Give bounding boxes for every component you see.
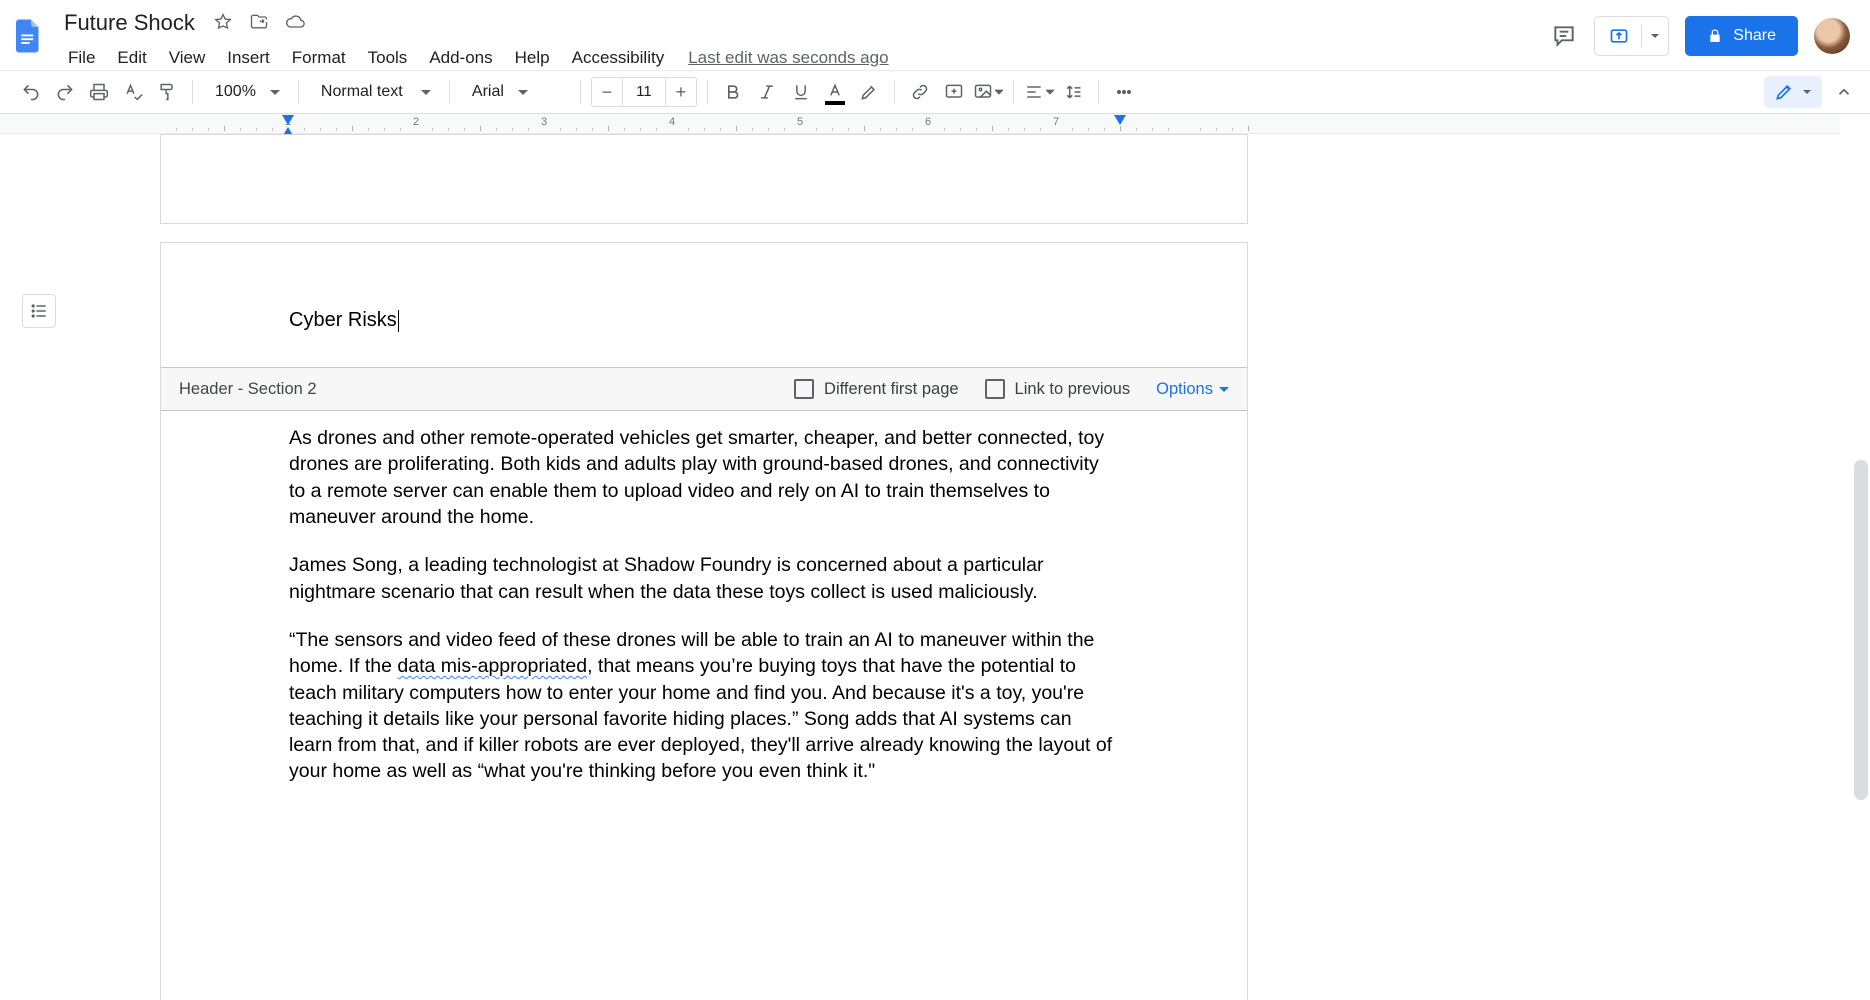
align-button[interactable] <box>1024 77 1054 107</box>
style-select[interactable]: Normal text <box>309 77 439 107</box>
last-edit-link[interactable]: Last edit was seconds ago <box>688 48 888 68</box>
font-size-decrease[interactable]: − <box>592 78 622 106</box>
checkbox-icon <box>985 379 1005 399</box>
header-toolbar: Header - Section 2 Different first page … <box>161 367 1247 411</box>
ruler[interactable]: 1234567 <box>0 114 1840 134</box>
chevron-down-icon <box>518 90 528 95</box>
font-size-group: − 11 + <box>591 77 697 107</box>
chevron-down-icon <box>1802 87 1812 97</box>
line-spacing-button[interactable] <box>1058 77 1088 107</box>
redo-button[interactable] <box>50 77 80 107</box>
chevron-down-icon <box>995 88 1003 96</box>
link-to-previous-checkbox[interactable]: Link to previous <box>985 379 1131 399</box>
underline-button[interactable] <box>786 77 816 107</box>
right-indent-marker[interactable] <box>1114 114 1126 128</box>
font-size-increase[interactable]: + <box>666 78 696 106</box>
italic-button[interactable] <box>752 77 782 107</box>
menu-help[interactable]: Help <box>505 44 560 72</box>
menu-edit[interactable]: Edit <box>107 44 156 72</box>
chevron-down-icon <box>270 90 280 95</box>
paragraph: As drones and other remote-operated vehi… <box>289 425 1119 530</box>
menu-file[interactable]: File <box>58 44 105 72</box>
chevron-down-icon <box>1046 88 1054 96</box>
menu-bar: File Edit View Insert Format Tools Add-o… <box>56 38 889 72</box>
star-icon[interactable] <box>213 12 233 35</box>
doc-title[interactable]: Future Shock <box>60 8 199 38</box>
menu-tools[interactable]: Tools <box>358 44 418 72</box>
ruler-number: 2 <box>413 116 419 128</box>
ruler-number: 6 <box>925 116 931 128</box>
ruler-number: 4 <box>669 116 675 128</box>
ruler-number: 3 <box>541 116 547 128</box>
lock-icon <box>1707 28 1723 44</box>
highlight-button[interactable] <box>854 77 884 107</box>
undo-button[interactable] <box>16 77 46 107</box>
header-section-label: Header - Section 2 <box>179 380 317 399</box>
font-select[interactable]: Arial <box>460 77 570 107</box>
title-column: Future Shock File Edit View Insert Forma… <box>56 8 889 72</box>
page-area: Cyber Risks Header - Section 2 Different… <box>160 134 1248 1000</box>
current-page[interactable]: Cyber Risks Header - Section 2 Different… <box>160 242 1248 1000</box>
avatar[interactable] <box>1814 18 1850 54</box>
document-body[interactable]: As drones and other remote-operated vehi… <box>289 425 1119 807</box>
insert-image-button[interactable] <box>973 77 1003 107</box>
checkbox-icon <box>794 379 814 399</box>
print-button[interactable] <box>84 77 114 107</box>
paint-format-button[interactable] <box>152 77 182 107</box>
menu-accessibility[interactable]: Accessibility <box>562 44 675 72</box>
zoom-select[interactable]: 100% <box>203 77 288 107</box>
share-button[interactable]: Share <box>1685 16 1798 56</box>
ruler-number: 5 <box>797 116 803 128</box>
spellcheck-button[interactable] <box>118 77 148 107</box>
comment-history-button[interactable] <box>1550 22 1578 50</box>
header-options-button[interactable]: Options <box>1156 380 1229 399</box>
prev-page-bottom[interactable] <box>160 134 1248 224</box>
workspace: 1234567 Cyber Risks Header - Section 2 D… <box>0 114 1840 1000</box>
header-text: Cyber Risks <box>289 309 397 331</box>
more-button[interactable] <box>1109 77 1139 107</box>
present-button[interactable] <box>1594 16 1669 56</box>
paragraph: “The sensors and video feed of these dro… <box>289 627 1119 785</box>
text-color-button[interactable] <box>820 77 850 107</box>
title-bar: Future Shock File Edit View Insert Forma… <box>0 0 1870 70</box>
chevron-down-icon[interactable] <box>1650 31 1660 41</box>
different-first-page-checkbox[interactable]: Different first page <box>794 379 959 399</box>
chevron-down-icon <box>1219 387 1229 392</box>
toolbar: 100% Normal text Arial − 11 + <box>0 70 1870 114</box>
paragraph: James Song, a leading technologist at Sh… <box>289 552 1119 605</box>
menu-addons[interactable]: Add-ons <box>419 44 502 72</box>
share-label: Share <box>1733 27 1776 45</box>
text-cursor <box>398 310 399 332</box>
insert-comment-button[interactable] <box>939 77 969 107</box>
font-size-input[interactable]: 11 <box>622 78 666 106</box>
cloud-status-icon[interactable] <box>285 12 305 35</box>
collapse-toolbar-button[interactable] <box>1828 76 1860 108</box>
chevron-down-icon <box>421 90 431 95</box>
menu-view[interactable]: View <box>159 44 216 72</box>
header-content[interactable]: Cyber Risks <box>289 309 399 332</box>
menu-format[interactable]: Format <box>282 44 356 72</box>
move-icon[interactable] <box>249 12 269 35</box>
pencil-icon <box>1774 82 1794 102</box>
scrollbar-thumb[interactable] <box>1854 460 1868 800</box>
bold-button[interactable] <box>718 77 748 107</box>
editing-mode-button[interactable] <box>1764 76 1822 108</box>
ruler-number: 7 <box>1053 116 1059 128</box>
insert-link-button[interactable] <box>905 77 935 107</box>
outline-button[interactable] <box>22 294 56 328</box>
menu-insert[interactable]: Insert <box>217 44 280 72</box>
docs-logo[interactable] <box>8 10 48 62</box>
grammar-suggestion[interactable]: data mis-appropriated <box>397 655 587 677</box>
